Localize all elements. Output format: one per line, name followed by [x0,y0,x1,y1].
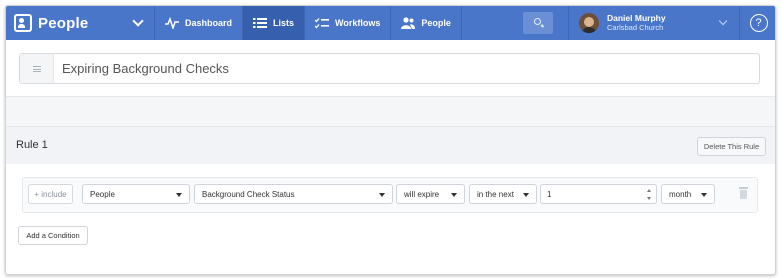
caret-down-icon [523,193,529,197]
nav-item-dashboard[interactable]: Dashboard [154,6,242,40]
subject-select-value: People [90,189,115,199]
caret-down-icon [451,193,457,197]
people-app-icon [14,14,32,32]
help-icon: ? [749,14,768,32]
user-name: Daniel Murphy [607,13,666,23]
workflow-icon [315,17,330,29]
add-condition-button[interactable]: Add a Condition [18,226,88,245]
app-window: People Dashboard Lists Workflows People … [5,5,776,275]
field-select[interactable]: Background Check Status [194,184,393,204]
unit-select-value: month [669,189,692,199]
app-title: People [38,14,89,32]
help-button[interactable]: ? [739,6,775,40]
caret-down-icon [379,193,385,197]
operator-select-value: will expire [404,189,440,199]
delete-rule-button[interactable]: Delete This Rule [697,137,766,156]
search-icon [534,18,541,25]
list-icon [253,17,268,29]
pulse-icon [165,17,179,29]
nav-item-workflows[interactable]: Workflows [304,6,390,40]
list-name-section: Expiring Background Checks [6,40,775,97]
top-nav: People Dashboard Lists Workflows People … [6,6,775,40]
chevron-down-icon [132,15,144,27]
nav-item-label: Dashboard [185,18,233,28]
list-name-value: Expiring Background Checks [62,61,229,76]
nav-item-lists[interactable]: Lists [242,6,305,40]
avatar [579,13,599,33]
nav-item-label: Lists [273,18,295,28]
list-name-icon-box [20,54,54,83]
include-button[interactable]: + include [28,184,73,204]
chevron-down-icon [718,16,728,26]
nav-item-label: People [421,18,451,28]
operator-select[interactable]: will expire [396,184,465,204]
amount-input[interactable]: 1 [540,184,657,204]
range-select-value: in the next [477,189,514,199]
user-organization: Carlsbad Church [607,23,664,32]
app-switcher[interactable]: People [6,6,154,40]
field-select-value: Background Check Status [202,189,295,199]
search-button[interactable] [523,12,553,34]
range-select[interactable]: in the next [469,184,537,204]
list-name-field[interactable]: Expiring Background Checks [19,53,760,84]
caret-down-icon [176,193,182,197]
user-menu[interactable]: Daniel Murphy Carlsbad Church [568,6,738,40]
caret-down-icon [701,193,707,197]
amount-input-value: 1 [547,189,552,199]
menu-lines-icon [32,65,41,72]
people-icon [401,17,416,29]
nav-item-people[interactable]: People [390,6,462,40]
nav-item-label: Workflows [335,18,381,28]
rule-title: Rule 1 [16,139,48,151]
stepper-arrows-icon[interactable] [647,189,652,200]
rule-header: Rule 1 Delete This Rule [6,126,775,164]
trash-icon[interactable] [739,187,748,199]
unit-select[interactable]: month [661,184,715,204]
subject-select[interactable]: People [82,184,190,204]
